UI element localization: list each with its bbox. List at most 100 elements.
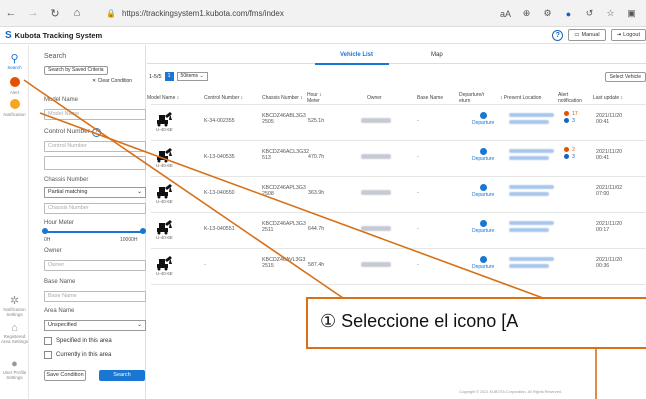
extension-icon[interactable]: ● (559, 9, 578, 19)
alert-counts[interactable]: 17 3 (564, 111, 578, 125)
hour-max-label: 10000H (120, 237, 138, 243)
departure-status[interactable]: Departure (472, 220, 494, 234)
alert-warning-value: 2 (572, 147, 575, 153)
table-row[interactable]: U-40-6E K-13-040550 KBCDZ46APL3G3 2508 363.9… (151, 176, 646, 209)
chassis-number-field[interactable]: Chassis Number (44, 203, 146, 214)
hour-meter-slider[interactable] (46, 231, 144, 233)
help-icon[interactable]: ? (91, 128, 101, 137)
departure-status[interactable]: Departure (472, 148, 494, 162)
page-number-button[interactable]: 1 (164, 72, 174, 81)
address-bar[interactable]: 🔒 https://trackingsystem1.kubota.com/fms… (106, 5, 484, 22)
model-name-field[interactable]: Model Name (44, 109, 146, 120)
rail-search[interactable]: ⚲ Search (0, 53, 29, 70)
app-header: S Kubota Tracking System ? ▭ Manual ⇥ Logo… (0, 27, 646, 44)
forward-icon[interactable]: → (22, 0, 44, 27)
col-hour-meter[interactable]: Hour ↕ Meter (307, 92, 322, 104)
collections-icon[interactable]: ▣ (622, 8, 641, 19)
area-name-select[interactable]: Unspecified ⌄ (44, 320, 146, 331)
info-icon (564, 154, 569, 160)
settings-icon[interactable]: ⚙ (538, 8, 557, 19)
manual-label: Manual (581, 32, 600, 38)
control-number-field[interactable]: Control Number (44, 141, 146, 152)
rail-notification[interactable]: Notification (0, 99, 29, 117)
departure-status[interactable]: Departure (472, 184, 494, 198)
last-update: 2021/11/20 00:41 (596, 113, 622, 125)
slider-min-handle[interactable] (42, 228, 48, 234)
col-owner[interactable]: Owner (367, 95, 382, 101)
table-row[interactable]: U-40-6E K-13-040535 KBCDZ46ACL3G32 513 470.7… (151, 140, 646, 173)
copyright: Copyright © 2021 KUBOTA Corporation. All… (459, 390, 562, 394)
favorites-icon[interactable]: ☆ (601, 8, 620, 19)
col-present-location[interactable]: ↕ Present Location (500, 95, 541, 101)
reader-mode-icon[interactable]: aA (496, 9, 515, 19)
table-row[interactable]: U-40-6E - KBCDZ46AVL3G3 2515 587.4h - Departur… (151, 248, 646, 281)
col-alert[interactable]: Alert notification (558, 92, 582, 104)
base-name-field[interactable]: Base Name (44, 291, 146, 302)
refresh-icon[interactable]: ↺ (580, 8, 599, 19)
chassis-number-b: 2508 (262, 191, 274, 197)
chassis-number: KBCDZ46AVL3G3 2515 (262, 257, 305, 269)
zoom-icon[interactable]: ⊕ (517, 8, 536, 19)
currently-area-checkbox[interactable] (44, 351, 52, 359)
control-number: K-13-040550 (204, 190, 235, 196)
owner-field[interactable]: Owner (44, 260, 146, 271)
search-button[interactable]: Search (99, 370, 145, 381)
departure-icon (479, 148, 487, 155)
help-icon[interactable]: ? (552, 29, 564, 41)
chevron-down-icon: ⌄ (136, 189, 142, 195)
saved-criteria-button[interactable]: Search by Saved Criteria (44, 66, 108, 75)
last-update: 2021/11/20 00:36 (596, 257, 622, 269)
rail-alert[interactable]: Alert (0, 77, 29, 95)
alert-info-count: 3 (564, 118, 575, 124)
rail-user-settings[interactable]: ● User Profile Settings (0, 358, 29, 380)
last-update-time: 00:41 (596, 119, 610, 125)
control-number: K-34-002355 (204, 118, 235, 124)
departure-label: Departure (472, 120, 495, 126)
departure-label: Departure (472, 156, 495, 162)
tab-vehicle-list[interactable]: Vehicle List (340, 52, 373, 58)
reload-icon[interactable]: ↻ (44, 0, 66, 27)
logout-button[interactable]: ⇥ Logout (610, 29, 646, 41)
col-last-update[interactable]: Last update ↕ (593, 95, 623, 101)
departure-status[interactable]: Departure (472, 112, 494, 126)
col-model-name[interactable]: Model Name ↕ (147, 95, 179, 101)
alert-counts[interactable]: 23 (564, 147, 575, 161)
last-update-time: 00:41 (596, 155, 610, 161)
browser-toolbar: ← → ↻ ⌂ 🔒 https://trackingsystem1.kubota… (0, 0, 646, 27)
excavator-icon (157, 112, 172, 127)
clear-condition-button[interactable]: ✕ Clear Condition (92, 78, 132, 84)
save-condition-button[interactable]: Save Condition (44, 370, 86, 381)
alert-icon (9, 77, 21, 89)
control-number-extra-field[interactable] (44, 156, 146, 170)
departure-status[interactable]: Departure (472, 256, 494, 270)
base-name: - (417, 190, 419, 196)
home-icon[interactable]: ⌂ (66, 0, 88, 27)
departure-icon (479, 220, 487, 227)
chassis-number-b: 2505 (262, 119, 274, 125)
area-name-label: Area Name (44, 308, 75, 314)
last-update-time: 00:17 (596, 227, 610, 233)
col-chassis-label: Chassis Number (262, 95, 299, 101)
per-page-select[interactable]: 50items ⌄ (176, 72, 208, 81)
rail-notification-settings[interactable]: ✲ Notification Settings (0, 295, 29, 317)
per-page-value: 50items (180, 73, 199, 79)
back-icon[interactable]: ← (0, 0, 22, 27)
table-row[interactable]: U-40-6E K-34-002355 KBCDZ46ABL3G3 2505 525.1… (151, 104, 646, 137)
col-departure[interactable]: Departure/r eturn (459, 92, 484, 104)
specified-area-checkbox[interactable] (44, 337, 52, 345)
col-control-number[interactable]: Control Number ↕ (204, 95, 243, 101)
hour-min-label: 0H (44, 237, 51, 243)
col-chassis-number[interactable]: Chassis Number ↕ (262, 95, 303, 101)
owner-redacted (361, 118, 391, 123)
tab-map[interactable]: Map (431, 52, 443, 58)
table-bottom-divider (151, 284, 646, 285)
present-location-redacted (509, 149, 554, 153)
select-vehicle-button[interactable]: Select Vehicle (604, 72, 646, 82)
slider-max-handle[interactable] (140, 228, 146, 234)
table-row[interactable]: U-40-6E K-13-040551 KBCDZ46APL3G3 2511 644.7… (151, 212, 646, 245)
notification-icon (9, 99, 21, 111)
col-base-name[interactable]: Base Name (417, 95, 443, 101)
rail-area-settings[interactable]: ⌂ Registered Area Settings (0, 322, 29, 344)
chassis-match-select[interactable]: Partial matching ⌄ (44, 187, 146, 198)
manual-button[interactable]: ▭ Manual (568, 29, 606, 41)
